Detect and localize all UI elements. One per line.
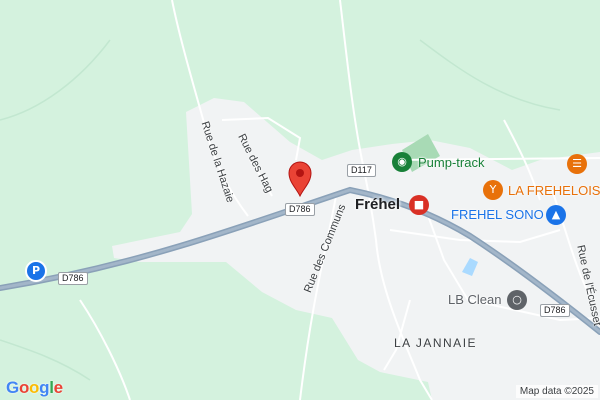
map-canvas[interactable]: D786 D786 D117 D786 Rue des Hag Rue de l… [0, 0, 600, 400]
road-shield-d786-west: D786 [58, 272, 88, 285]
poi-label-lb-clean[interactable]: LB Clean [448, 292, 501, 307]
town-label: Fréhel [355, 196, 401, 213]
poi-label-la-frehelois[interactable]: LA FREHELOIS [508, 183, 600, 198]
built-up-area [112, 98, 600, 400]
gift-shop-icon[interactable]: ■ [409, 195, 429, 215]
restaurant-icon[interactable]: ☰ [567, 154, 587, 174]
map-base-layer [0, 0, 600, 400]
bar-icon[interactable]: Y [483, 180, 503, 200]
shopping-icon[interactable]: ▲ [546, 205, 566, 225]
road-shield-d117: D117 [347, 164, 376, 177]
google-logo[interactable]: Google [6, 378, 63, 398]
district-label: LA JANNAIE [394, 336, 478, 350]
poi-label-frehel-sono[interactable]: FREHEL SONO [451, 207, 544, 222]
park-icon[interactable]: ◉ [392, 152, 412, 172]
road-shield-d786-east: D786 [540, 304, 570, 317]
parking-icon[interactable]: P [25, 260, 47, 282]
service-icon[interactable]: ○ [507, 290, 527, 310]
map-pin[interactable] [287, 160, 313, 198]
poi-label-pump-track[interactable]: Pump-track [418, 155, 484, 170]
map-attribution[interactable]: Map data ©2025 [515, 385, 598, 398]
road-shield-d786-center: D786 [285, 203, 315, 216]
